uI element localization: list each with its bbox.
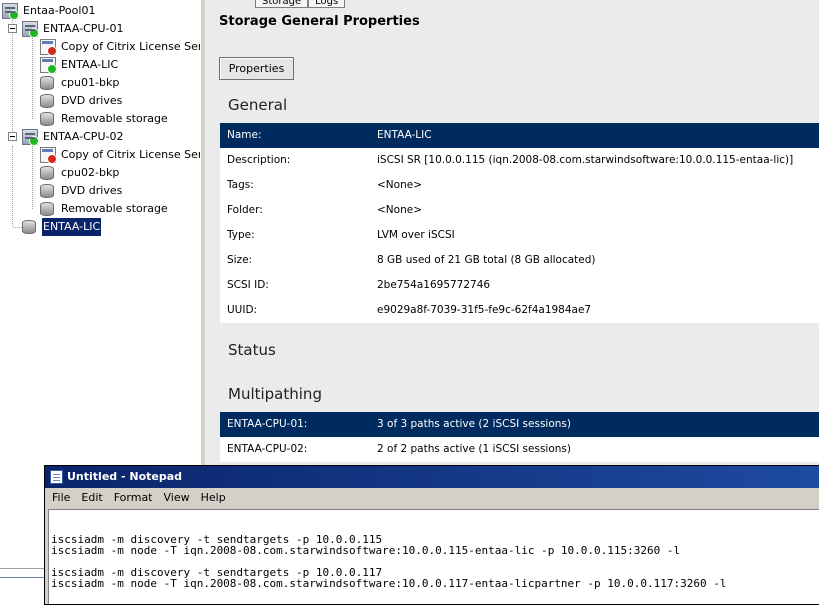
tree-item-label: Removable storage <box>61 112 168 125</box>
server-icon <box>22 129 39 146</box>
property-key: SCSI ID: <box>227 279 269 291</box>
property-value: <None> <box>377 179 422 191</box>
property-value: <None> <box>377 204 422 216</box>
tree-item-label: cpu02-bkp <box>61 166 120 179</box>
disk-icon <box>40 166 54 180</box>
property-value: ENTAA-LIC <box>377 129 432 141</box>
property-row[interactable]: Size: 8 GB used of 21 GB total (8 GB all… <box>220 248 819 273</box>
property-key: Name: <box>227 129 262 141</box>
menu-help[interactable]: Help <box>201 488 226 508</box>
tree-line <box>32 145 33 209</box>
tab-storage[interactable]: Storage <box>255 0 309 8</box>
multipath-row[interactable]: ENTAA-CPU-01: 3 of 3 paths active (2 iSC… <box>220 412 819 437</box>
notepad-window[interactable]: Untitled - Notepad File Edit Format View Hel… <box>44 465 819 605</box>
multipath-host: ENTAA-CPU-02: <box>227 443 308 455</box>
property-value: LVM over iSCSI <box>377 229 455 241</box>
property-key: UUID: <box>227 304 258 316</box>
pool-icon <box>2 3 19 20</box>
tree-item-label: ENTAA-LIC <box>42 218 102 236</box>
tab-strip: Storage Logs <box>255 0 346 8</box>
disk-icon <box>40 202 54 216</box>
property-key: Description: <box>227 154 291 166</box>
property-row[interactable]: Description: iSCSI SR [10.0.0.115 (iqn.2… <box>220 148 819 173</box>
vm-icon <box>40 39 57 56</box>
property-row[interactable]: Tags: <None> <box>220 173 819 198</box>
tree-item-label: ENTAA-CPU-01 <box>43 22 124 35</box>
tree-item-label: ENTAA-CPU-02 <box>43 130 124 143</box>
menu-edit[interactable]: Edit <box>81 488 102 508</box>
menu-format[interactable]: Format <box>114 488 153 508</box>
multipath-status: 3 of 3 paths active (2 iSCSI sessions) <box>377 418 571 430</box>
general-grid: Name: ENTAA-LIC Description: iSCSI SR [1… <box>220 123 819 323</box>
tree-item-label: cpu01-bkp <box>61 76 120 89</box>
collapse-toggle[interactable] <box>8 132 17 141</box>
tree-item-label: ENTAA-LIC <box>61 58 119 71</box>
menu-view[interactable]: View <box>164 488 190 508</box>
tree-line <box>12 146 13 226</box>
multipathing-grid: ENTAA-CPU-01: 3 of 3 paths active (2 iSC… <box>220 412 819 462</box>
tree-item-label: Removable storage <box>61 202 168 215</box>
notepad-text-area[interactable]: iscsiadm -m discovery -t sendtargets -p … <box>48 509 819 604</box>
status-header: Status <box>228 341 276 359</box>
tree-item-label: Entaa-Pool01 <box>23 4 96 17</box>
text-line: iscsiadm -m node -T iqn.2008-08.com.star… <box>51 544 681 557</box>
menu-file[interactable]: File <box>52 488 70 508</box>
text-line: iscsiadm -m node -T iqn.2008-08.com.star… <box>51 577 727 590</box>
multipath-host: ENTAA-CPU-01: <box>227 418 308 430</box>
properties-button[interactable]: Properties <box>219 57 294 80</box>
property-value: e9029a8f-7039-31f5-fe9c-62f4a1984ae7 <box>377 304 592 316</box>
property-value: iSCSI SR [10.0.0.115 (iqn.2008-08.com.st… <box>377 154 794 166</box>
notepad-icon <box>50 470 63 484</box>
tree-item-label: DVD drives <box>61 184 123 197</box>
disk-icon <box>22 220 36 234</box>
tree-line <box>32 37 33 119</box>
window-title: Untitled - Notepad <box>67 470 183 483</box>
vm-icon <box>40 57 57 74</box>
property-value: 8 GB used of 21 GB total (8 GB allocated… <box>377 254 596 266</box>
property-row[interactable]: Type: LVM over iSCSI <box>220 223 819 248</box>
property-key: Type: <box>227 229 255 241</box>
multipath-row[interactable]: ENTAA-CPU-02: 2 of 2 paths active (1 iSC… <box>220 437 819 462</box>
status-strip <box>0 568 44 597</box>
general-header: General <box>228 96 288 114</box>
multipath-status: 2 of 2 paths active (1 iSCSI sessions) <box>377 443 571 455</box>
property-key: Tags: <box>227 179 254 191</box>
property-row[interactable]: Folder: <None> <box>220 198 819 223</box>
vm-icon <box>40 147 57 164</box>
property-key: Size: <box>227 254 253 266</box>
property-value: 2be754a1695772746 <box>377 279 491 291</box>
disk-icon <box>40 112 54 126</box>
multipathing-header: Multipathing <box>228 385 322 403</box>
tree-item-label: Copy of Citrix License Server <box>61 40 200 53</box>
notepad-title-bar[interactable]: Untitled - Notepad <box>45 466 819 488</box>
tree-item-label: Copy of Citrix License Server <box>61 148 200 161</box>
property-key: Folder: <box>227 204 263 216</box>
disk-icon <box>40 94 54 108</box>
tree-line <box>12 19 13 137</box>
disk-icon <box>40 184 54 198</box>
property-row[interactable]: Name: ENTAA-LIC <box>220 123 819 148</box>
tree-line <box>13 227 22 228</box>
tree-item-label: DVD drives <box>61 94 123 107</box>
page-title: Storage General Properties <box>219 14 420 29</box>
server-icon <box>22 21 39 38</box>
tab-logs[interactable]: Logs <box>308 0 346 8</box>
property-row[interactable]: UUID: e9029a8f-7039-31f5-fe9c-62f4a1984a… <box>220 298 819 323</box>
menu-bar: File Edit Format View Help <box>45 488 819 508</box>
collapse-toggle[interactable] <box>8 24 17 33</box>
property-row[interactable]: SCSI ID: 2be754a1695772746 <box>220 273 819 298</box>
disk-icon <box>40 76 54 90</box>
